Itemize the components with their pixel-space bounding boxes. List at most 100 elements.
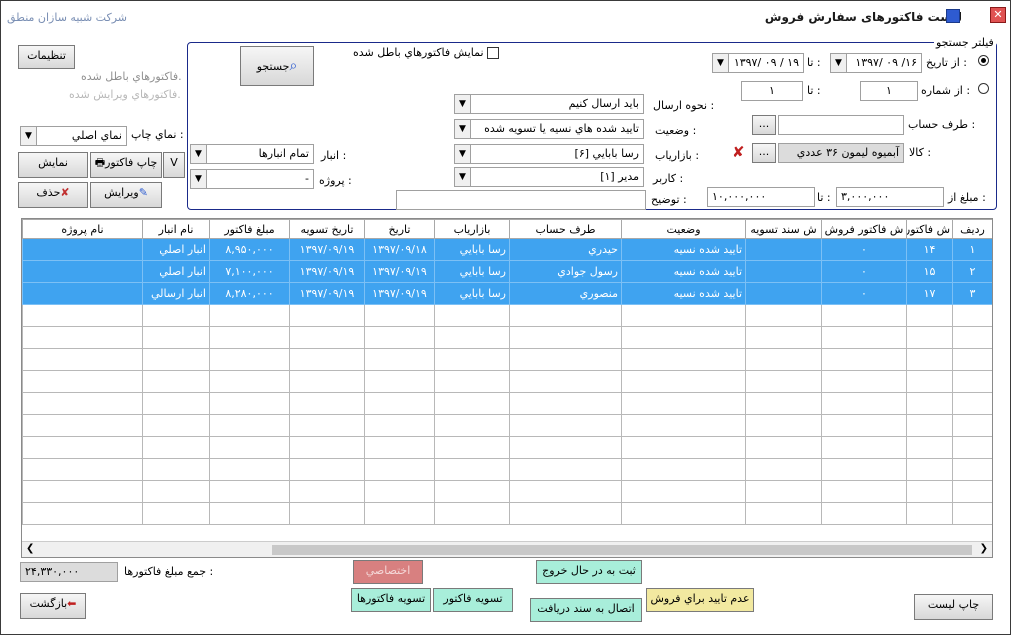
table-cell: [364, 414, 435, 437]
chevron-down-icon[interactable]: ▼: [713, 54, 729, 72]
total-label: جمع مبلغ فاکتورها :: [124, 565, 214, 578]
user-select[interactable]: ▼ مدير [۱]: [454, 167, 644, 187]
amount-to-input[interactable]: ۱۰,۰۰۰,۰۰۰: [707, 187, 815, 207]
table-row[interactable]: ۲ ۱۵ ۰ تاييد شده نسيه رسول جوادي رسا بابايي ۱۳…: [22, 260, 992, 283]
goods-input[interactable]: آبميوه ليمون ۳۶ عددي: [778, 143, 904, 163]
from-date-radio[interactable]: [978, 55, 989, 66]
table-row[interactable]: [22, 392, 992, 415]
from-number-input[interactable]: ۱: [860, 81, 918, 101]
marketer-select[interactable]: ▼ رسا بابايي [۶]: [454, 144, 644, 164]
table-cell: ۱: [952, 238, 992, 261]
chevron-down-icon[interactable]: ▼: [455, 145, 471, 163]
from-date-input[interactable]: ▼ ۱۳۹۷/ ۰۹ /۱۶: [830, 53, 922, 73]
chevron-down-icon[interactable]: ▼: [455, 120, 471, 138]
table-cell: [142, 436, 210, 459]
exclusive-button[interactable]: اختصاصي: [353, 560, 423, 584]
print-invoice-button[interactable]: 🖶چاپ فاکتور: [90, 152, 162, 178]
table-cell: [509, 392, 622, 415]
amount-from-input[interactable]: ۳,۰۰۰,۰۰۰: [836, 187, 944, 207]
party-input[interactable]: [778, 115, 904, 135]
table-cell: انبار اصلي: [142, 260, 210, 283]
project-select[interactable]: ▼ -: [190, 169, 314, 189]
settle-invoices-button[interactable]: تسويه فاکتورها: [351, 588, 431, 612]
not-approve-button[interactable]: عدم تاييد براي فروش: [646, 588, 754, 612]
status-select[interactable]: ▼ تاييد شده هاي نسيه يا تسويه شده: [454, 119, 644, 139]
scroll-left-icon[interactable]: ❮: [26, 543, 34, 554]
print-view-select[interactable]: ▼ نماي اصلي: [20, 126, 127, 146]
table-row[interactable]: [22, 480, 992, 503]
send-method-select[interactable]: ▼ بايد ارسال کنيم: [454, 94, 644, 114]
table-cell: [509, 304, 622, 327]
settings-button[interactable]: تنظیمات: [18, 45, 75, 69]
horizontal-scrollbar[interactable]: ❮ ❯: [22, 541, 992, 557]
settle-invoice-button[interactable]: تسويه فاکتور: [433, 588, 513, 612]
column-header[interactable]: ش فاکتور فروش: [821, 219, 907, 239]
edit-button[interactable]: ويرايش✎: [90, 182, 162, 208]
table-row[interactable]: [22, 458, 992, 481]
v-button[interactable]: V: [163, 152, 185, 178]
invoice-grid[interactable]: رديفش فاکتور*ش فاکتور فروشش سند تسويهوضع…: [21, 218, 993, 558]
to-number-input[interactable]: ۱: [741, 81, 803, 101]
table-row[interactable]: [22, 414, 992, 437]
chevron-down-icon[interactable]: ▼: [831, 54, 847, 72]
table-cell: [621, 304, 746, 327]
table-row[interactable]: [22, 348, 992, 371]
close-icon[interactable]: ✕: [990, 7, 1006, 23]
pencil-icon: ✎: [138, 186, 148, 199]
table-cell: [821, 392, 907, 415]
app-icon: [946, 9, 960, 23]
table-row[interactable]: [22, 370, 992, 393]
delete-button[interactable]: حذف✘: [18, 182, 88, 208]
scrollbar-thumb[interactable]: [272, 545, 972, 555]
column-header[interactable]: طرف حساب: [509, 219, 622, 239]
window-title: لیست فاکتورهای سفارش فروش: [764, 10, 962, 24]
table-cell: [745, 414, 822, 437]
search-button[interactable]: جستجو⌕: [240, 46, 314, 86]
table-cell: [952, 414, 992, 437]
table-row[interactable]: [22, 436, 992, 459]
column-header[interactable]: مبلغ فاکتور: [209, 219, 290, 239]
table-cell: [22, 326, 143, 349]
chevron-down-icon[interactable]: ▼: [21, 127, 37, 145]
table-cell: [289, 458, 365, 481]
chevron-down-icon[interactable]: ▼: [455, 95, 471, 113]
table-row[interactable]: [22, 304, 992, 327]
column-header[interactable]: ش سند تسويه: [745, 219, 822, 239]
column-header[interactable]: رديف: [952, 219, 992, 239]
scroll-right-icon[interactable]: ❯: [980, 543, 988, 554]
column-header[interactable]: تاريخ: [364, 219, 435, 239]
goods-browse-button[interactable]: ...: [752, 143, 776, 163]
show-button[interactable]: نمايش: [18, 152, 88, 178]
table-row[interactable]: ۱ ۱۴ ۰ تاييد شده نسيه حيدري رسا بابايي ۱۳۹۷/۰۹…: [22, 238, 992, 261]
table-cell: [821, 480, 907, 503]
table-cell: [22, 238, 143, 261]
column-header[interactable]: نام پروژه: [22, 219, 143, 239]
party-browse-button[interactable]: ...: [752, 115, 776, 135]
to-date-input[interactable]: ▼ ۱۳۹۷/ ۰۹ / ۱۹: [712, 53, 804, 73]
column-header[interactable]: وضعيت: [621, 219, 746, 239]
show-invalid-checkbox[interactable]: [487, 47, 499, 59]
table-cell: [509, 348, 622, 371]
window: شرکت شبیه سازان منطق لیست فاکتورهای سفار…: [0, 0, 1011, 635]
table-row[interactable]: [22, 502, 992, 525]
column-header[interactable]: ش فاکتور*: [906, 219, 953, 239]
chevron-down-icon[interactable]: ▼: [191, 145, 207, 163]
chevron-down-icon[interactable]: ▼: [191, 170, 207, 188]
table-cell: [952, 502, 992, 525]
table-cell: [22, 260, 143, 283]
connect-receipt-button[interactable]: اتصال به سند دريافت: [530, 598, 642, 622]
table-cell: ۰: [821, 282, 907, 305]
table-row[interactable]: ۳ ۱۷ ۰ تاييد شده نسيه منصوري رسا بابايي ۱۳۹۷/۰…: [22, 282, 992, 305]
warehouse-select[interactable]: ▼ تمام انبارها: [190, 144, 314, 164]
description-input[interactable]: [396, 190, 646, 210]
print-list-button[interactable]: چاپ ليست: [914, 594, 993, 620]
column-header[interactable]: تاريخ تسويه: [289, 219, 365, 239]
column-header[interactable]: نام انبار: [142, 219, 210, 239]
from-number-radio[interactable]: [978, 83, 989, 94]
back-button[interactable]: بازگشت⬅: [20, 593, 86, 619]
clear-goods-icon[interactable]: ✘: [732, 143, 745, 161]
table-row[interactable]: [22, 326, 992, 349]
chevron-down-icon[interactable]: ▼: [455, 168, 471, 186]
register-outgoing-button[interactable]: ثبت به در حال خروج: [536, 560, 642, 584]
column-header[interactable]: بازارياب: [434, 219, 510, 239]
